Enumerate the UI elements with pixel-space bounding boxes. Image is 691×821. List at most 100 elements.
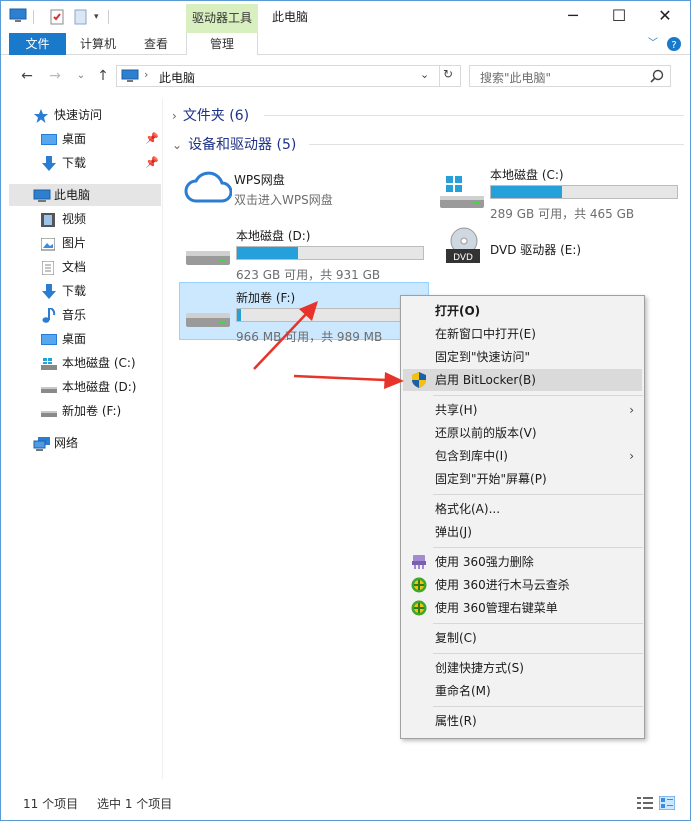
computer-icon[interactable] bbox=[9, 8, 27, 26]
menu-item-eject[interactable]: 弹出(J) bbox=[403, 521, 642, 543]
search-icon[interactable] bbox=[650, 69, 664, 86]
menu-separator bbox=[433, 494, 643, 495]
menu-item-open[interactable]: 打开(O) bbox=[403, 300, 642, 322]
drive-f-tile[interactable]: 新加卷 (F:) 966 MB 可用，共 989 MB bbox=[179, 282, 429, 344]
tiles-view-icon[interactable] bbox=[658, 795, 676, 813]
chevron-right-icon: › bbox=[629, 449, 634, 463]
sidebar-item-network[interactable]: 网络 bbox=[9, 432, 161, 454]
navigation-bar: ← → ⌄ ↑ › 此电脑 ⌄ ↻ 搜索"此电脑" bbox=[1, 56, 690, 96]
sidebar-item-downloads[interactable]: 下载 bbox=[9, 280, 161, 302]
computer-icon bbox=[121, 69, 139, 86]
refresh-icon[interactable]: ↻ bbox=[443, 67, 453, 81]
pin-icon[interactable]: 📌 bbox=[145, 152, 159, 174]
drive-usage-fill bbox=[491, 186, 562, 198]
download-arrow-icon bbox=[41, 156, 57, 171]
drive-usage-fill bbox=[237, 309, 241, 321]
tab-file[interactable]: 文件 bbox=[9, 33, 66, 55]
wps-cloud-tile[interactable]: WPS网盘 双击进入WPS网盘 bbox=[178, 165, 428, 223]
help-icon[interactable]: ? bbox=[665, 35, 683, 53]
menu-item-360-force-delete[interactable]: 使用 360强力删除 bbox=[403, 551, 642, 573]
menu-item-create-shortcut[interactable]: 创建快捷方式(S) bbox=[403, 657, 642, 679]
menu-item-pin-start[interactable]: 固定到"开始"屏幕(P) bbox=[403, 468, 642, 490]
navigation-pane: 快速访问 桌面 📌 下载 📌 此电脑 视频 图片 文档 下载 音乐 桌面 本地磁… bbox=[1, 99, 163, 779]
sidebar-item-drive-d[interactable]: 本地磁盘 (D:) bbox=[9, 376, 161, 398]
desktop-icon bbox=[41, 332, 57, 346]
search-box[interactable]: 搜索"此电脑" bbox=[469, 65, 671, 87]
sidebar-item-desktop-pinned[interactable]: 桌面 📌 bbox=[9, 128, 161, 150]
divider bbox=[439, 66, 440, 86]
pin-icon[interactable]: 📌 bbox=[145, 128, 159, 150]
menu-item-properties[interactable]: 属性(R) bbox=[403, 710, 642, 732]
up-icon[interactable]: ↑ bbox=[93, 66, 113, 86]
drive-usage-bar bbox=[236, 246, 424, 260]
drive-d-tile[interactable]: 本地磁盘 (D:) 623 GB 可用，共 931 GB bbox=[180, 221, 430, 282]
address-bar[interactable]: › 此电脑 ⌄ ↻ bbox=[116, 65, 461, 87]
menu-item-360-manage-menu[interactable]: 使用 360管理右键菜单 bbox=[403, 597, 642, 619]
windows-drive-icon bbox=[41, 356, 57, 370]
expand-ribbon-icon[interactable]: ﹀ bbox=[644, 35, 662, 53]
hard-drive-icon bbox=[186, 237, 230, 267]
menu-item-include-library[interactable]: 包含到库中(I) › bbox=[403, 445, 642, 467]
properties-icon[interactable] bbox=[49, 8, 65, 26]
item-count: 11 个项目 bbox=[23, 797, 79, 811]
breadcrumb-chevron-icon: › bbox=[144, 68, 149, 81]
address-dropdown-icon[interactable]: ⌄ bbox=[420, 68, 429, 81]
hard-drive-icon bbox=[186, 299, 230, 329]
drive-usage-bar bbox=[490, 185, 678, 199]
context-menu: 打开(O) 在新窗口中打开(E) 固定到"快速访问" 启用 BitLocker(… bbox=[400, 295, 645, 739]
details-view-icon[interactable] bbox=[637, 796, 653, 813]
dvd-drive-tile[interactable]: DVD DVD 驱动器 (E:) bbox=[434, 221, 684, 279]
tab-computer[interactable]: 计算机 bbox=[71, 33, 125, 55]
360-logo-icon bbox=[411, 600, 427, 616]
search-placeholder: 搜索"此电脑" bbox=[480, 71, 552, 85]
forward-icon[interactable]: → bbox=[45, 66, 65, 86]
chevron-right-icon: › bbox=[172, 109, 177, 123]
divider bbox=[264, 115, 684, 116]
svg-text:?: ? bbox=[671, 40, 676, 51]
group-header-devices[interactable]: ⌄ 设备和驱动器 (5) bbox=[172, 134, 296, 154]
sidebar-item-drive-f[interactable]: 新加卷 (F:) bbox=[9, 400, 161, 422]
menu-item-share[interactable]: 共享(H) › bbox=[403, 399, 642, 421]
menu-separator bbox=[433, 395, 643, 396]
sidebar-item-this-pc[interactable]: 此电脑 bbox=[9, 184, 161, 206]
close-button[interactable]: ✕ bbox=[642, 1, 688, 33]
sidebar-item-documents[interactable]: 文档 bbox=[9, 256, 161, 278]
drive-usage-fill bbox=[237, 247, 299, 259]
new-folder-icon[interactable] bbox=[73, 8, 89, 26]
svg-text:DVD: DVD bbox=[453, 253, 473, 263]
drive-c-tile[interactable]: 本地磁盘 (C:) 289 GB 可用，共 465 GB bbox=[434, 160, 684, 221]
cloud-icon bbox=[184, 169, 233, 203]
sidebar-item-videos[interactable]: 视频 bbox=[9, 208, 161, 230]
tab-manage[interactable]: 管理 bbox=[186, 33, 258, 55]
picture-icon bbox=[40, 236, 57, 251]
sidebar-item-drive-c[interactable]: 本地磁盘 (C:) bbox=[9, 352, 161, 374]
menu-separator bbox=[433, 706, 643, 707]
sidebar-item-downloads-pinned[interactable]: 下载 📌 bbox=[9, 152, 161, 174]
menu-item-enable-bitlocker[interactable]: 启用 BitLocker(B) bbox=[403, 369, 642, 391]
ribbon-tabs: 文件 计算机 查看 管理 ﹀ ? bbox=[1, 33, 690, 55]
menu-item-pin-quick-access[interactable]: 固定到"快速访问" bbox=[403, 346, 642, 368]
minimize-button[interactable]: ─ bbox=[550, 1, 596, 33]
recent-locations-icon[interactable]: ⌄ bbox=[71, 66, 91, 86]
sidebar-item-quick-access[interactable]: 快速访问 bbox=[9, 104, 161, 126]
menu-item-format[interactable]: 格式化(A)... bbox=[403, 498, 642, 520]
back-icon[interactable]: ← bbox=[17, 66, 37, 86]
menu-item-rename[interactable]: 重命名(M) bbox=[403, 680, 642, 702]
group-header-folders[interactable]: › 文件夹 (6) bbox=[172, 105, 249, 125]
menu-separator bbox=[433, 653, 643, 654]
hard-drive-icon bbox=[41, 380, 57, 394]
menu-item-open-new-window[interactable]: 在新窗口中打开(E) bbox=[403, 323, 642, 345]
maximize-button[interactable]: ☐ bbox=[596, 1, 642, 33]
menu-item-copy[interactable]: 复制(C) bbox=[403, 627, 642, 649]
menu-item-360-trojan-scan[interactable]: 使用 360进行木马云查杀 bbox=[403, 574, 642, 596]
customize-toolbar-icon[interactable]: ▾ bbox=[94, 8, 104, 26]
network-icon bbox=[33, 436, 50, 451]
tab-view[interactable]: 查看 bbox=[133, 33, 179, 55]
menu-item-restore-versions[interactable]: 还原以前的版本(V) bbox=[403, 422, 642, 444]
sidebar-item-pictures[interactable]: 图片 bbox=[9, 232, 161, 254]
breadcrumb[interactable]: 此电脑 bbox=[159, 69, 195, 86]
window-title: 此电脑 bbox=[272, 10, 309, 24]
sidebar-item-desktop[interactable]: 桌面 bbox=[9, 328, 161, 350]
selection-count: 选中 1 个项目 bbox=[97, 797, 173, 811]
sidebar-item-music[interactable]: 音乐 bbox=[9, 304, 161, 326]
